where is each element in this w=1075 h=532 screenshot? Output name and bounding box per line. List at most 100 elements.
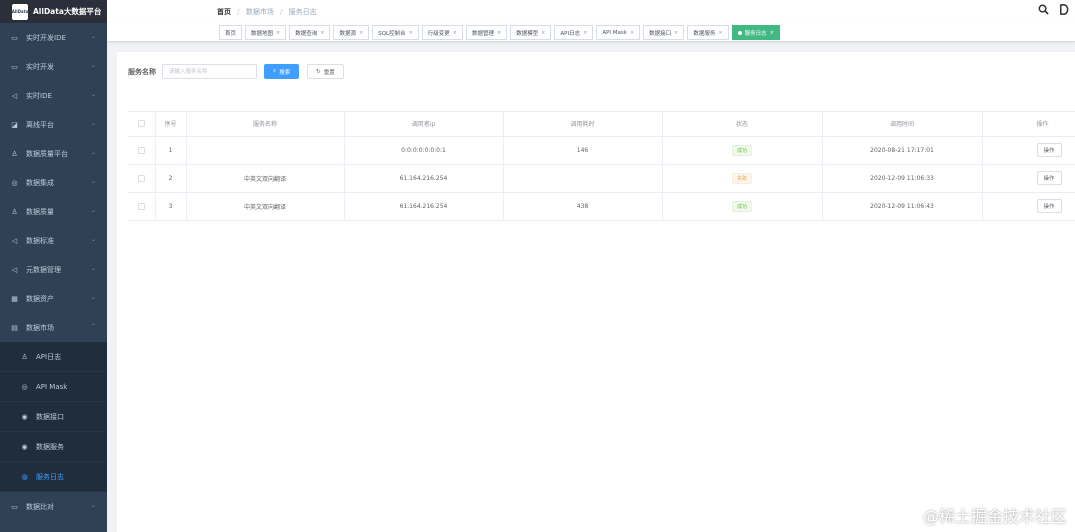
tag-item[interactable]: 数据地图 × <box>245 25 287 40</box>
menu-icon: ◍ <box>21 472 28 481</box>
sidebar-subitem[interactable]: ◉ 数据接口 <box>0 402 107 432</box>
row-checkbox[interactable] <box>137 174 145 182</box>
sidebar-item[interactable]: ▭ 实时开发IDE ⌄ <box>0 23 107 52</box>
close-icon[interactable]: × <box>583 30 587 36</box>
breadcrumb-home[interactable]: 首页 <box>217 8 231 16</box>
tag-label: API日志 <box>560 30 581 37</box>
select-all-cell[interactable] <box>128 112 156 137</box>
sidebar-item-label: 实时IDE <box>26 91 52 100</box>
menu-icon: ▦ <box>11 294 18 303</box>
close-icon[interactable]: × <box>320 30 324 36</box>
chevron-down-icon: ⌄ <box>90 178 96 185</box>
tag-item[interactable]: 数据源 × <box>333 25 370 40</box>
select-all-checkbox[interactable] <box>137 120 145 128</box>
tag-item[interactable]: 行级变更 × <box>421 25 463 40</box>
menu-icon: ▤ <box>11 323 18 332</box>
sidebar: AllData AllData大数据平台 ▭ 实时开发IDE ⌄ ▭ 实时开发 ⌄ ◁ 实时I… <box>0 0 107 532</box>
sidebar-subitem[interactable]: ♙ API日志 <box>0 342 107 372</box>
action-button[interactable]: 操作 <box>1036 171 1062 185</box>
tag-item[interactable]: 数据管理 × <box>465 25 508 40</box>
close-icon[interactable]: × <box>541 30 545 36</box>
tag-label: 数据服务 <box>693 30 716 37</box>
tag-label: 服务日志 <box>744 30 767 37</box>
search-button[interactable]: ⌕ 搜索 <box>264 64 300 79</box>
sidebar-subitem-label: API日志 <box>36 352 62 361</box>
document-icon[interactable] <box>1059 4 1069 18</box>
tag-item[interactable]: 服务日志 × <box>731 25 780 40</box>
tags-list: 首页 数据地图 × 数据查询 × 数据源 × SQL控制台 × 行级变更 × 数据管理 × 数据模型 × AP… <box>219 25 780 40</box>
action-button[interactable]: 操作 <box>1036 199 1062 213</box>
watermark: @稀土掘金技术社区 <box>922 507 1067 526</box>
sidebar-item-label: 数据集成 <box>26 178 54 187</box>
table-row: 2 中英文双向翻译 61.164.216.254 失败 2020-12-09 11:06… <box>128 164 1075 193</box>
tag-item[interactable]: 数据服务 × <box>687 25 729 40</box>
tag-item[interactable]: API Mask × <box>596 25 641 40</box>
sidebar-item[interactable]: ◪ 离线平台 ⌄ <box>0 110 107 139</box>
row-select-cell[interactable] <box>128 164 156 193</box>
close-icon[interactable]: × <box>630 30 634 36</box>
main-content: 服务名称 ⌕ 搜索 ↻ 重置 序号 服务名称 调用者ip 调用耗时 状态 <box>117 52 1075 532</box>
row-select-cell[interactable] <box>128 192 156 221</box>
table-row: 3 中英文双向翻译 61.164.216.254 438 成功 2020-12-09 11… <box>128 192 1075 221</box>
sidebar-item-label: 离线平台 <box>26 120 54 129</box>
sidebar-item[interactable]: ▦ 数据资产 ⌄ <box>0 284 107 313</box>
sidebar-item[interactable]: ▤ 数据市场 ⌃ <box>0 313 107 342</box>
menu-icon: ◁ <box>11 236 18 245</box>
sidebar-item[interactable]: ♙ 数据质量 ⌄ <box>0 197 107 226</box>
sidebar-item-label: 数据市场 <box>26 323 54 332</box>
sidebar-item[interactable]: ◁ 实时IDE ⌄ <box>0 81 107 110</box>
tag-item[interactable]: API日志 × <box>554 25 594 40</box>
close-icon[interactable]: × <box>453 30 457 36</box>
tag-item[interactable]: 数据模型 × <box>510 25 552 40</box>
sidebar-item[interactable]: ♙ 数据质量平台 ⌄ <box>0 139 107 168</box>
status-cell: 失败 <box>662 164 823 193</box>
action-button[interactable]: 操作 <box>1036 143 1062 157</box>
service-name-input[interactable] <box>162 64 257 79</box>
search-icon: ⌕ <box>273 68 277 74</box>
chevron-up-icon: ⌃ <box>90 323 96 330</box>
close-icon[interactable]: × <box>674 30 678 36</box>
chevron-down-icon: ⌄ <box>90 91 96 98</box>
row-select-cell[interactable] <box>128 136 156 165</box>
sidebar-item[interactable]: ◎ 数据集成 ⌄ <box>0 168 107 197</box>
row-checkbox[interactable] <box>137 146 145 154</box>
sidebar-item[interactable]: ▭ 实时开发 ⌄ <box>0 52 107 81</box>
menu-icon: ◁ <box>11 265 18 274</box>
breadcrumb-separator: / <box>280 8 283 16</box>
sidebar-submenu-data-market: ♙ API日志 ◎ API Mask ◉ 数据接口 ◉ 数据服务 ◍ 服务日志 <box>0 342 107 492</box>
sidebar-subitem[interactable]: ◎ API Mask <box>0 372 107 402</box>
sidebar-item-label: 实时开发 <box>26 62 54 71</box>
close-icon[interactable]: × <box>359 30 363 36</box>
tag-item[interactable]: 首页 <box>219 25 243 40</box>
column-header: 调用耗时 <box>503 112 663 137</box>
sidebar-item-data-compare[interactable]: ▭ 数据比对 ⌄ <box>0 492 107 521</box>
tag-item[interactable]: 数据查询 × <box>289 25 331 40</box>
menu-icon: ◪ <box>11 120 18 129</box>
row-checkbox[interactable] <box>137 202 145 210</box>
column-header: 调用时间 <box>822 112 983 137</box>
sidebar-subitem[interactable]: ◉ 数据服务 <box>0 432 107 462</box>
sidebar-item-label: 数据资产 <box>26 294 54 303</box>
sidebar-logo[interactable]: AllData AllData大数据平台 <box>0 0 107 23</box>
column-header: 操作 <box>982 112 1075 137</box>
close-icon[interactable]: × <box>718 30 722 36</box>
chevron-down-icon: ⌄ <box>90 33 96 40</box>
chevron-down-icon: ⌄ <box>90 265 96 272</box>
tag-item[interactable]: SQL控制台 × <box>372 25 419 40</box>
sidebar-item[interactable]: ◁ 数据标准 ⌄ <box>0 226 107 255</box>
breadcrumb: 首页 / 数据市场 / 服务日志 <box>217 7 317 17</box>
sidebar-item[interactable]: ◁ 元数据管理 ⌄ <box>0 255 107 284</box>
tag-item[interactable]: 数据接口 × <box>643 25 685 40</box>
close-icon[interactable]: × <box>497 30 501 36</box>
sidebar-subitem[interactable]: ◍ 服务日志 <box>0 462 107 492</box>
menu-icon: ◉ <box>21 412 28 421</box>
reset-button[interactable]: ↻ 重置 <box>307 64 344 79</box>
close-icon[interactable]: × <box>276 30 280 36</box>
menu-icon: ▭ <box>11 62 18 71</box>
close-icon[interactable]: × <box>409 30 413 36</box>
column-header: 状态 <box>662 112 823 137</box>
sidebar-menu: ▭ 实时开发IDE ⌄ ▭ 实时开发 ⌄ ◁ 实时IDE ⌄ ◪ 离线平台 ⌄ ♙ 数据质量平台 ⌄ ◎ 数据集… <box>0 23 107 342</box>
search-icon[interactable] <box>1038 4 1049 18</box>
close-icon[interactable]: × <box>770 30 774 36</box>
breadcrumb-data-market[interactable]: 数据市场 <box>246 8 274 16</box>
